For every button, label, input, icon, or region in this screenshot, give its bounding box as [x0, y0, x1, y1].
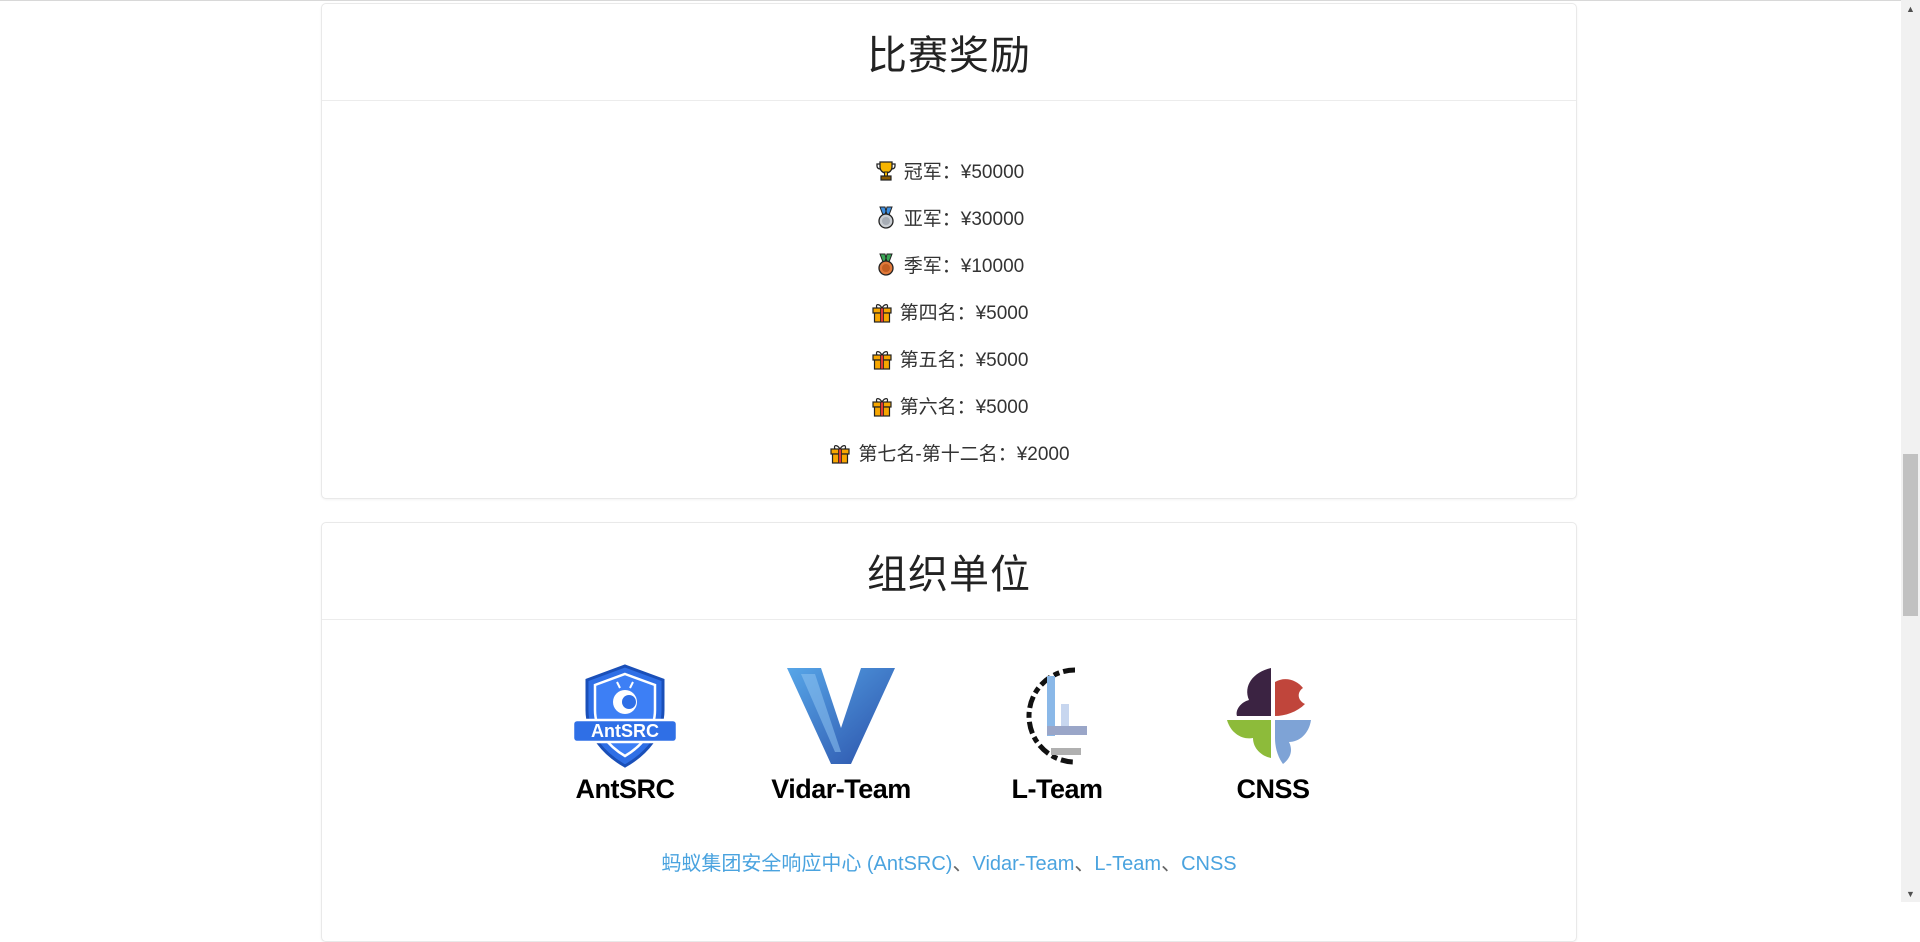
logo-antsrc: AntSRC AntSRC [517, 664, 733, 805]
organizer-logos: AntSRC AntSRC Vidar-Team L-Team CNSS [322, 620, 1576, 805]
silver-medal-icon [878, 206, 894, 229]
reward-text: 第六名：¥5000 [899, 397, 1029, 418]
trophy-icon [876, 160, 896, 181]
separator: 、 [952, 853, 973, 875]
reward-item: 季军：¥10000 [322, 241, 1576, 288]
link-vidar-team[interactable]: Vidar-Team [972, 853, 1074, 875]
link-l-team[interactable]: L-Team [1094, 853, 1161, 875]
scroll-down-arrow-icon[interactable]: ▼ [1901, 885, 1920, 902]
link-cnss[interactable]: CNSS [1181, 853, 1237, 875]
organizers-card: 组织单位 AntSRC AntSRC Vidar-Team L-Team CNS… [321, 522, 1577, 942]
separator: 、 [1161, 853, 1182, 875]
cnss-pinwheel-icon [1227, 668, 1311, 764]
reward-text: 季军：¥10000 [903, 256, 1025, 277]
antsrc-shield-icon: AntSRC [571, 664, 679, 768]
scrollbar-thumb[interactable] [1903, 454, 1918, 616]
reward-text: 亚军：¥30000 [903, 209, 1025, 230]
gift-icon [871, 397, 892, 417]
bronze-medal-icon [878, 253, 894, 276]
reward-text: 第七名-第十二名：¥2000 [858, 444, 1070, 465]
reward-text: 第五名：¥5000 [899, 350, 1029, 371]
gift-icon [871, 350, 892, 370]
reward-item: 第四名：¥5000 [322, 288, 1576, 335]
logo-vidar-team: Vidar-Team [733, 664, 949, 805]
reward-item: 第六名：¥5000 [322, 382, 1576, 429]
vidar-v-icon [787, 668, 895, 764]
reward-item: 亚军：¥30000 [322, 194, 1576, 241]
scroll-up-arrow-icon[interactable]: ▲ [1901, 0, 1920, 17]
logo-cnss: CNSS [1165, 664, 1381, 805]
organizers-title: 组织单位 [322, 523, 1576, 620]
separator: 、 [1074, 853, 1095, 875]
rewards-card: 比赛奖励 冠军：¥50000 亚军：¥30000 季军：¥10000 第四名：¥… [321, 3, 1577, 499]
reward-text: 冠军：¥50000 [903, 162, 1025, 183]
vertical-scrollbar[interactable]: ▲ ▼ [1901, 0, 1920, 902]
organizer-links: 蚂蚁集团安全响应中心 (AntSRC)、Vidar-Team、L-Team、CN… [322, 847, 1576, 876]
logo-label: CNSS [1236, 774, 1310, 804]
reward-item: 第五名：¥5000 [322, 335, 1576, 382]
antsrc-badge-text: AntSRC [591, 721, 659, 741]
logo-label: L-Team [1011, 774, 1103, 804]
logo-label: Vidar-Team [771, 774, 911, 804]
reward-text: 第四名：¥5000 [899, 303, 1029, 324]
link-antsrc[interactable]: 蚂蚁集团安全响应中心 (AntSRC) [661, 853, 952, 875]
rewards-title: 比赛奖励 [322, 4, 1576, 101]
reward-item: 冠军：¥50000 [322, 147, 1576, 194]
logo-label: AntSRC [575, 774, 676, 804]
page-content: 比赛奖励 冠军：¥50000 亚军：¥30000 季军：¥10000 第四名：¥… [0, 0, 1901, 942]
l-team-icon [1026, 667, 1087, 765]
gift-icon [830, 444, 851, 464]
gift-icon [871, 303, 892, 323]
rewards-list: 冠军：¥50000 亚军：¥30000 季军：¥10000 第四名：¥5000 … [322, 101, 1576, 476]
reward-item: 第七名-第十二名：¥2000 [322, 429, 1576, 476]
logo-l-team: L-Team [949, 664, 1165, 805]
